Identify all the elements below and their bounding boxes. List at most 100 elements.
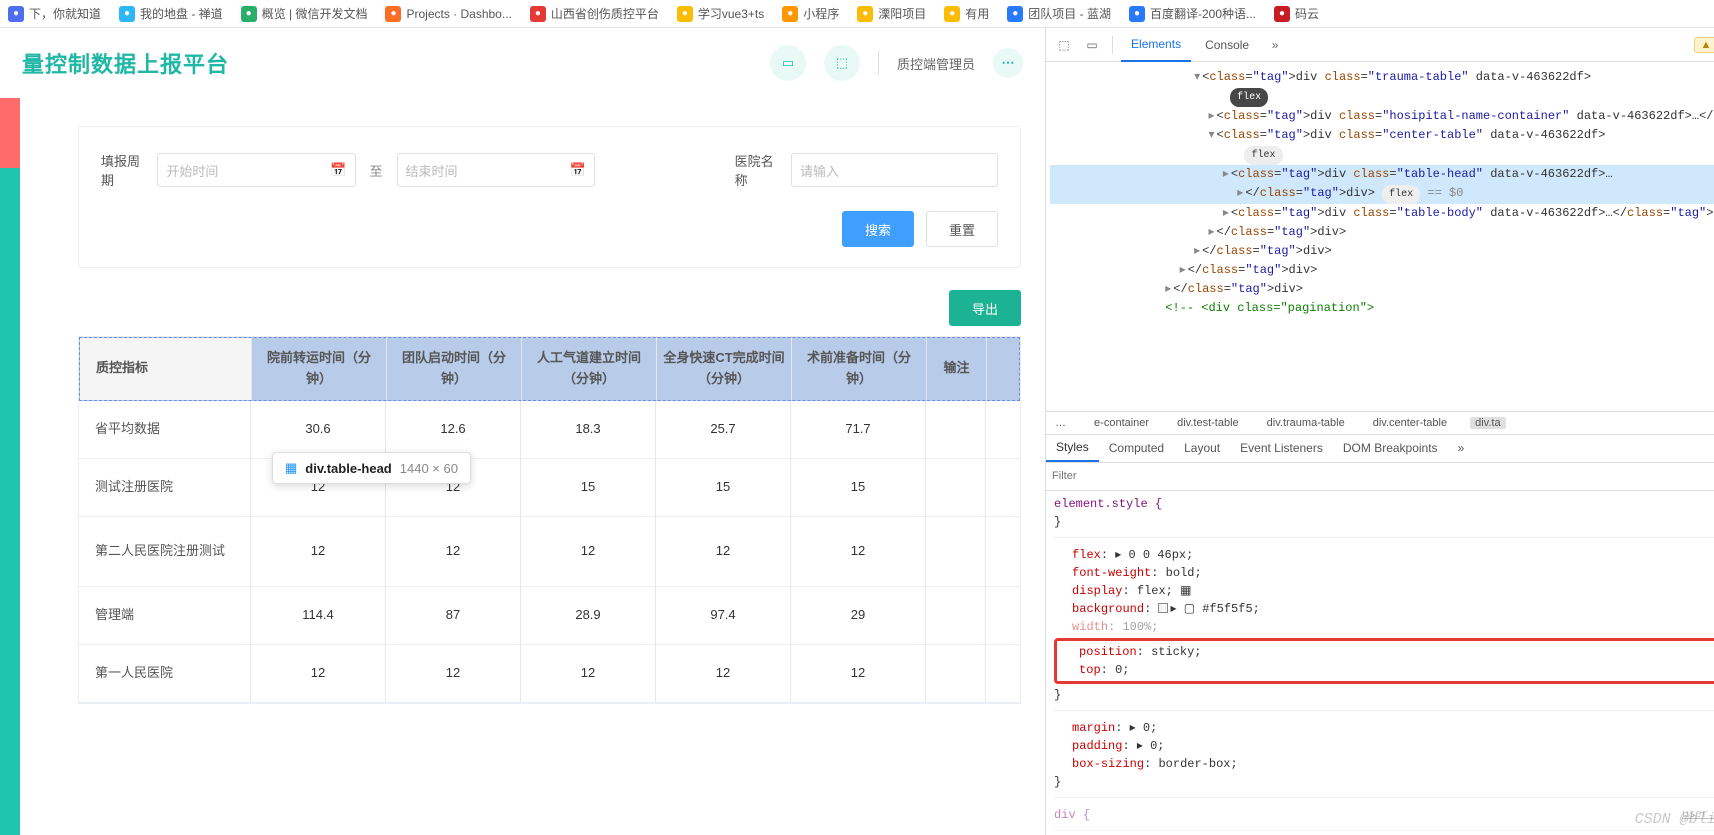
- row-label: 省平均数据: [79, 401, 251, 458]
- reset-button[interactable]: 重置: [926, 211, 998, 247]
- cell: 71.7: [791, 401, 926, 458]
- cell: 87: [386, 587, 521, 644]
- dom-line[interactable]: </class="tag">div>: [1050, 280, 1714, 299]
- bookmark-favicon-icon: ●: [530, 6, 546, 22]
- bookmark-item[interactable]: ●我的地盘 - 禅道: [119, 5, 223, 22]
- header-icon-2[interactable]: ⬚: [824, 45, 860, 81]
- bookmark-item[interactable]: ●下，你就知道: [8, 5, 101, 22]
- tab-elements[interactable]: Elements: [1121, 28, 1191, 62]
- styles-filter-row: :hov .cls ＋ ▭ ◧: [1046, 463, 1714, 491]
- end-date-input[interactable]: 结束时间 📅: [397, 153, 595, 187]
- filter-panel: 填报周期 开始时间 📅 至 结束时间 📅 医院名称: [78, 126, 1021, 268]
- styles-filter-input[interactable]: [1052, 470, 1212, 482]
- cell: 15: [791, 459, 926, 516]
- style-block[interactable]: user agent stylesheetdiv {: [1054, 806, 1714, 831]
- devtools-toolbar: ⬚ ▭ Elements Console » ▲7 ▮1 ⚙ ⋮: [1046, 28, 1714, 62]
- table-head: 质控指标院前转运时间（分钟）团队启动时间（分钟）人工气道建立时间（分钟）全身快速…: [79, 337, 1020, 401]
- cell: 29: [791, 587, 926, 644]
- dom-line[interactable]: </class="tag">div>: [1050, 242, 1714, 261]
- more-tabs-icon[interactable]: »: [1263, 33, 1287, 57]
- breadcrumb[interactable]: … e-container div.test-table div.trauma-tab…: [1046, 411, 1714, 435]
- crumb[interactable]: div.test-table: [1172, 417, 1244, 429]
- th-col: 术前准备时间（分钟）: [792, 338, 927, 400]
- start-date-input[interactable]: 开始时间 📅: [157, 153, 355, 187]
- subtab[interactable]: Layout: [1174, 434, 1230, 462]
- dom-line[interactable]: flex: [1050, 87, 1714, 107]
- subtab[interactable]: Styles: [1046, 434, 1099, 462]
- table-row: 第一人民医院1212121212: [79, 645, 1020, 703]
- row-label: 第二人民医院注册测试: [79, 517, 251, 586]
- cell: 12: [656, 517, 791, 586]
- bookmark-item[interactable]: ●山西省创伤质控平台: [530, 5, 659, 22]
- divider: [878, 51, 879, 75]
- tab-console[interactable]: Console: [1195, 28, 1259, 62]
- dom-line[interactable]: </class="tag">div> flex == $0: [1050, 184, 1714, 204]
- table-row: 管理端114.48728.997.429: [79, 587, 1020, 645]
- subtab[interactable]: Computed: [1099, 434, 1174, 462]
- cell: 12: [521, 517, 656, 586]
- dom-line[interactable]: <class="tag">div class="table-body" data…: [1050, 204, 1714, 223]
- bookmark-favicon-icon: ●: [1007, 6, 1023, 22]
- dom-line[interactable]: <class="tag">div class="center-table" da…: [1050, 126, 1714, 145]
- styles-pane[interactable]: element.style {} </span><span class="sel"…: [1046, 491, 1714, 835]
- bookmark-item[interactable]: ●Projects · Dashbo...: [385, 6, 511, 22]
- th-col: 人工气道建立时间（分钟）: [522, 338, 657, 400]
- bookmark-favicon-icon: ●: [385, 6, 401, 22]
- style-block[interactable]: </span><span class="sel">.center-table .…: [1054, 546, 1714, 711]
- dom-tree[interactable]: <class="tag">div class="trauma-table" da…: [1046, 62, 1714, 411]
- dom-line[interactable]: <!-- <div class="pagination">: [1050, 299, 1714, 318]
- th-col: 输注: [927, 338, 987, 400]
- cell: [926, 401, 986, 458]
- more-button[interactable]: ⋯: [993, 48, 1023, 78]
- th-col: 团队启动时间（分钟）: [387, 338, 522, 400]
- bookmark-item[interactable]: ●码云: [1274, 5, 1319, 22]
- cell: 12: [386, 517, 521, 586]
- bookmark-item[interactable]: ●学习vue3+ts: [677, 5, 764, 22]
- table-row: 省平均数据30.612.618.325.771.7: [79, 401, 1020, 459]
- inspect-icon[interactable]: ⬚: [1052, 33, 1076, 57]
- cell: 114.4: [251, 587, 386, 644]
- style-block[interactable]: element.style {}: [1054, 495, 1714, 538]
- hospital-input[interactable]: 请输入: [791, 153, 998, 187]
- header-icon-1[interactable]: ▭: [770, 45, 806, 81]
- more-subtabs-icon[interactable]: »: [1448, 434, 1475, 462]
- dom-line[interactable]: </class="tag">div>: [1050, 261, 1714, 280]
- export-button[interactable]: 导出: [949, 290, 1021, 326]
- subtab[interactable]: Event Listeners: [1230, 434, 1333, 462]
- cell: 12: [521, 645, 656, 702]
- warnings-badge[interactable]: ▲7: [1694, 37, 1714, 53]
- calendar-icon: 📅: [330, 162, 346, 178]
- style-block[interactable]: </span><span class="sel">* {</span>margi…: [1054, 719, 1714, 798]
- search-button[interactable]: 搜索: [842, 211, 914, 247]
- dom-line[interactable]: <class="tag">div class="trauma-table" da…: [1050, 68, 1714, 87]
- bookmark-favicon-icon: ●: [241, 6, 257, 22]
- cell: 15: [656, 459, 791, 516]
- bookmark-item[interactable]: ●百度翻译-200种语...: [1129, 5, 1256, 22]
- styles-subtabs: StylesComputedLayoutEvent ListenersDOM B…: [1046, 435, 1714, 463]
- cell: 12: [251, 645, 386, 702]
- bookmark-item[interactable]: ●小程序: [782, 5, 839, 22]
- bookmark-item[interactable]: ●概览 | 微信开发文档: [241, 5, 368, 22]
- cell: 28.9: [521, 587, 656, 644]
- crumb[interactable]: …: [1050, 417, 1071, 429]
- bookmark-item[interactable]: ●溧阳项目: [857, 5, 926, 22]
- crumb[interactable]: e-container: [1089, 417, 1154, 429]
- device-icon[interactable]: ▭: [1080, 33, 1104, 57]
- dom-line[interactable]: flex: [1050, 145, 1714, 165]
- dom-line[interactable]: </class="tag">div>: [1050, 223, 1714, 242]
- date-to: 至: [370, 161, 383, 180]
- dom-line[interactable]: <class="tag">div class="table-head" data…: [1050, 165, 1714, 184]
- crumb[interactable]: div.trauma-table: [1262, 417, 1350, 429]
- bookmark-favicon-icon: ●: [677, 6, 693, 22]
- cell: 12: [386, 645, 521, 702]
- crumb[interactable]: div.center-table: [1368, 417, 1452, 429]
- table-row: 第二人民医院注册测试1212121212: [79, 517, 1020, 587]
- dom-line[interactable]: <class="tag">div class="hosipital-name-c…: [1050, 107, 1714, 126]
- bookmark-item[interactable]: ●有用: [944, 5, 989, 22]
- cell: 15: [521, 459, 656, 516]
- bookmark-favicon-icon: ●: [8, 6, 24, 22]
- row-label: 管理端: [79, 587, 251, 644]
- crumb[interactable]: div.ta: [1470, 417, 1505, 429]
- bookmark-item[interactable]: ●团队项目 - 蓝湖: [1007, 5, 1111, 22]
- subtab[interactable]: DOM Breakpoints: [1333, 434, 1448, 462]
